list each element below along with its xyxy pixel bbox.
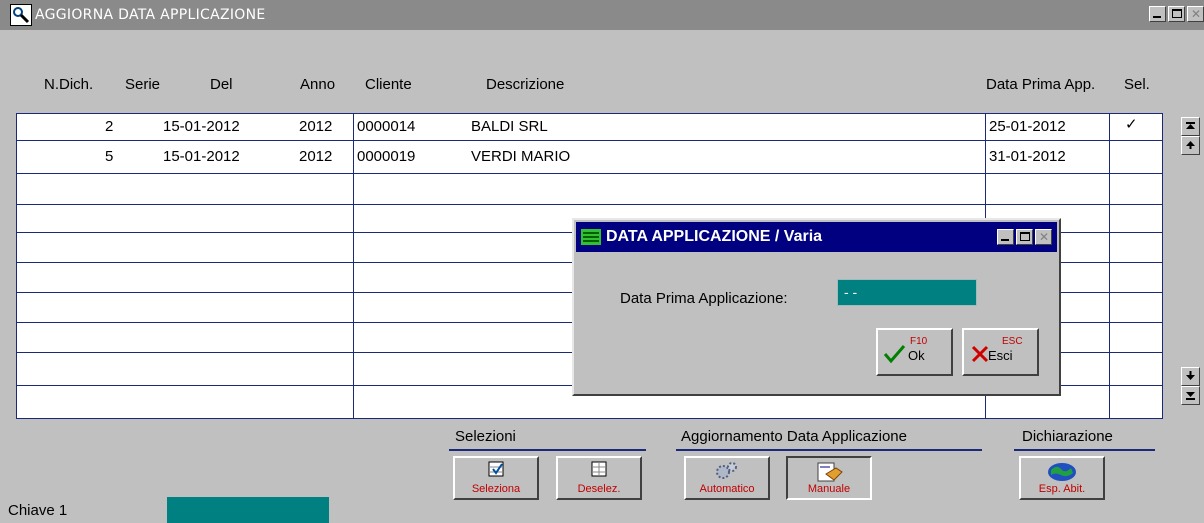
dialog-close-button[interactable]: ✕ xyxy=(1035,229,1052,245)
group-label-aggiornamento: Aggiornamento Data Applicazione xyxy=(681,428,907,445)
cell-sel-checkmark[interactable]: ✓ xyxy=(1125,112,1138,138)
cell-del: 15-01-2012 xyxy=(163,148,240,165)
col-header-descrizione: Descrizione xyxy=(486,76,565,93)
dialog-minimize-button[interactable] xyxy=(997,229,1014,245)
cell-descrizione: BALDI SRL xyxy=(471,118,548,135)
dialog-maximize-button[interactable] xyxy=(1016,229,1033,245)
app-search-icon xyxy=(10,4,32,26)
dialog-title: DATA APPLICAZIONE / Varia xyxy=(606,228,823,245)
dialog-titlebar[interactable]: DATA APPLICAZIONE / Varia ✕ xyxy=(576,222,1057,252)
maximize-button[interactable] xyxy=(1168,6,1185,22)
double-up-arrow-icon xyxy=(1186,122,1195,129)
deselez-label: Deselez. xyxy=(577,483,621,495)
window-title: AGGIORNA DATA APPLICAZIONE xyxy=(35,7,266,23)
col-header-anno: Anno xyxy=(300,76,336,93)
group-divider xyxy=(676,449,982,451)
seleziona-button[interactable]: Seleziona xyxy=(453,456,539,500)
data-prima-applicazione-input[interactable]: - - xyxy=(837,279,977,306)
group-label-dichiarazione: Dichiarazione xyxy=(1022,428,1113,445)
col-header-del: Del xyxy=(210,76,233,93)
grid-scrollbar[interactable] xyxy=(1181,117,1200,413)
data-prima-applicazione-label: Data Prima Applicazione: xyxy=(620,290,788,307)
cell-data-prima: 25-01-2012 xyxy=(989,118,1066,135)
form-icon xyxy=(581,229,601,245)
automatico-label: Automatico xyxy=(699,483,755,495)
ok-shortcut: F10 xyxy=(910,336,928,347)
esc-shortcut: ESC xyxy=(1002,336,1023,347)
col-header-cliente: Cliente xyxy=(365,76,412,93)
manuale-button[interactable]: Manuale xyxy=(786,456,872,500)
checkmark-icon xyxy=(883,345,906,364)
gears-icon xyxy=(716,462,737,479)
chiave-label: Chiave 1 xyxy=(8,502,68,519)
minimize-button[interactable] xyxy=(1149,6,1166,22)
main-titlebar[interactable]: AGGIORNA DATA APPLICAZIONE ✕ xyxy=(0,0,1204,30)
scroll-bottom-button[interactable] xyxy=(1181,386,1200,405)
down-arrow-icon xyxy=(1186,371,1195,380)
cell-data-prima: 31-01-2012 xyxy=(989,148,1066,165)
close-button[interactable]: ✕ xyxy=(1187,6,1204,22)
cell-ndich: 5 xyxy=(105,148,114,165)
data-applicazione-dialog[interactable]: DATA APPLICAZIONE / Varia ✕ Data Prima A… xyxy=(572,218,1061,396)
scroll-top-button[interactable] xyxy=(1181,117,1200,136)
group-divider xyxy=(1014,449,1155,451)
globe-icon xyxy=(1048,463,1076,481)
chiave-field[interactable] xyxy=(167,497,329,523)
esp-abit-button[interactable]: Esp. Abit. xyxy=(1019,456,1105,500)
col-header-serie: Serie xyxy=(125,76,161,93)
esci-button[interactable]: ESC Esci xyxy=(962,328,1039,376)
group-divider xyxy=(449,449,646,451)
cell-cliente: 0000019 xyxy=(357,148,416,165)
select-all-icon xyxy=(488,461,504,477)
deselect-all-icon xyxy=(591,461,607,477)
cell-del: 15-01-2012 xyxy=(163,118,240,135)
close-x-icon xyxy=(971,345,989,363)
hand-document-icon xyxy=(817,462,843,482)
scroll-down-button[interactable] xyxy=(1181,367,1200,386)
up-arrow-icon xyxy=(1186,141,1195,149)
seleziona-label: Seleziona xyxy=(471,483,521,495)
cell-cliente: 0000014 xyxy=(357,118,416,135)
esp-abit-label: Esp. Abit. xyxy=(1038,483,1086,495)
col-header-sel: Sel. xyxy=(1124,76,1150,93)
cell-ndich: 2 xyxy=(105,118,114,135)
group-label-selezioni: Selezioni xyxy=(455,428,516,445)
col-header-data-prima: Data Prima App. xyxy=(986,76,1096,93)
cell-descrizione: VERDI MARIO xyxy=(471,148,571,165)
esci-label: Esci xyxy=(988,348,1013,363)
manuale-label: Manuale xyxy=(807,483,851,495)
cell-anno: 2012 xyxy=(299,148,333,165)
scroll-up-button[interactable] xyxy=(1181,136,1200,155)
col-header-ndich: N.Dich. xyxy=(44,76,94,93)
automatico-button[interactable]: Automatico xyxy=(684,456,770,500)
double-down-arrow-icon xyxy=(1186,392,1195,400)
ok-button[interactable]: F10 Ok xyxy=(876,328,953,376)
cell-anno: 2012 xyxy=(299,118,333,135)
deselez-button[interactable]: Deselez. xyxy=(556,456,642,500)
ok-label: Ok xyxy=(908,348,925,363)
